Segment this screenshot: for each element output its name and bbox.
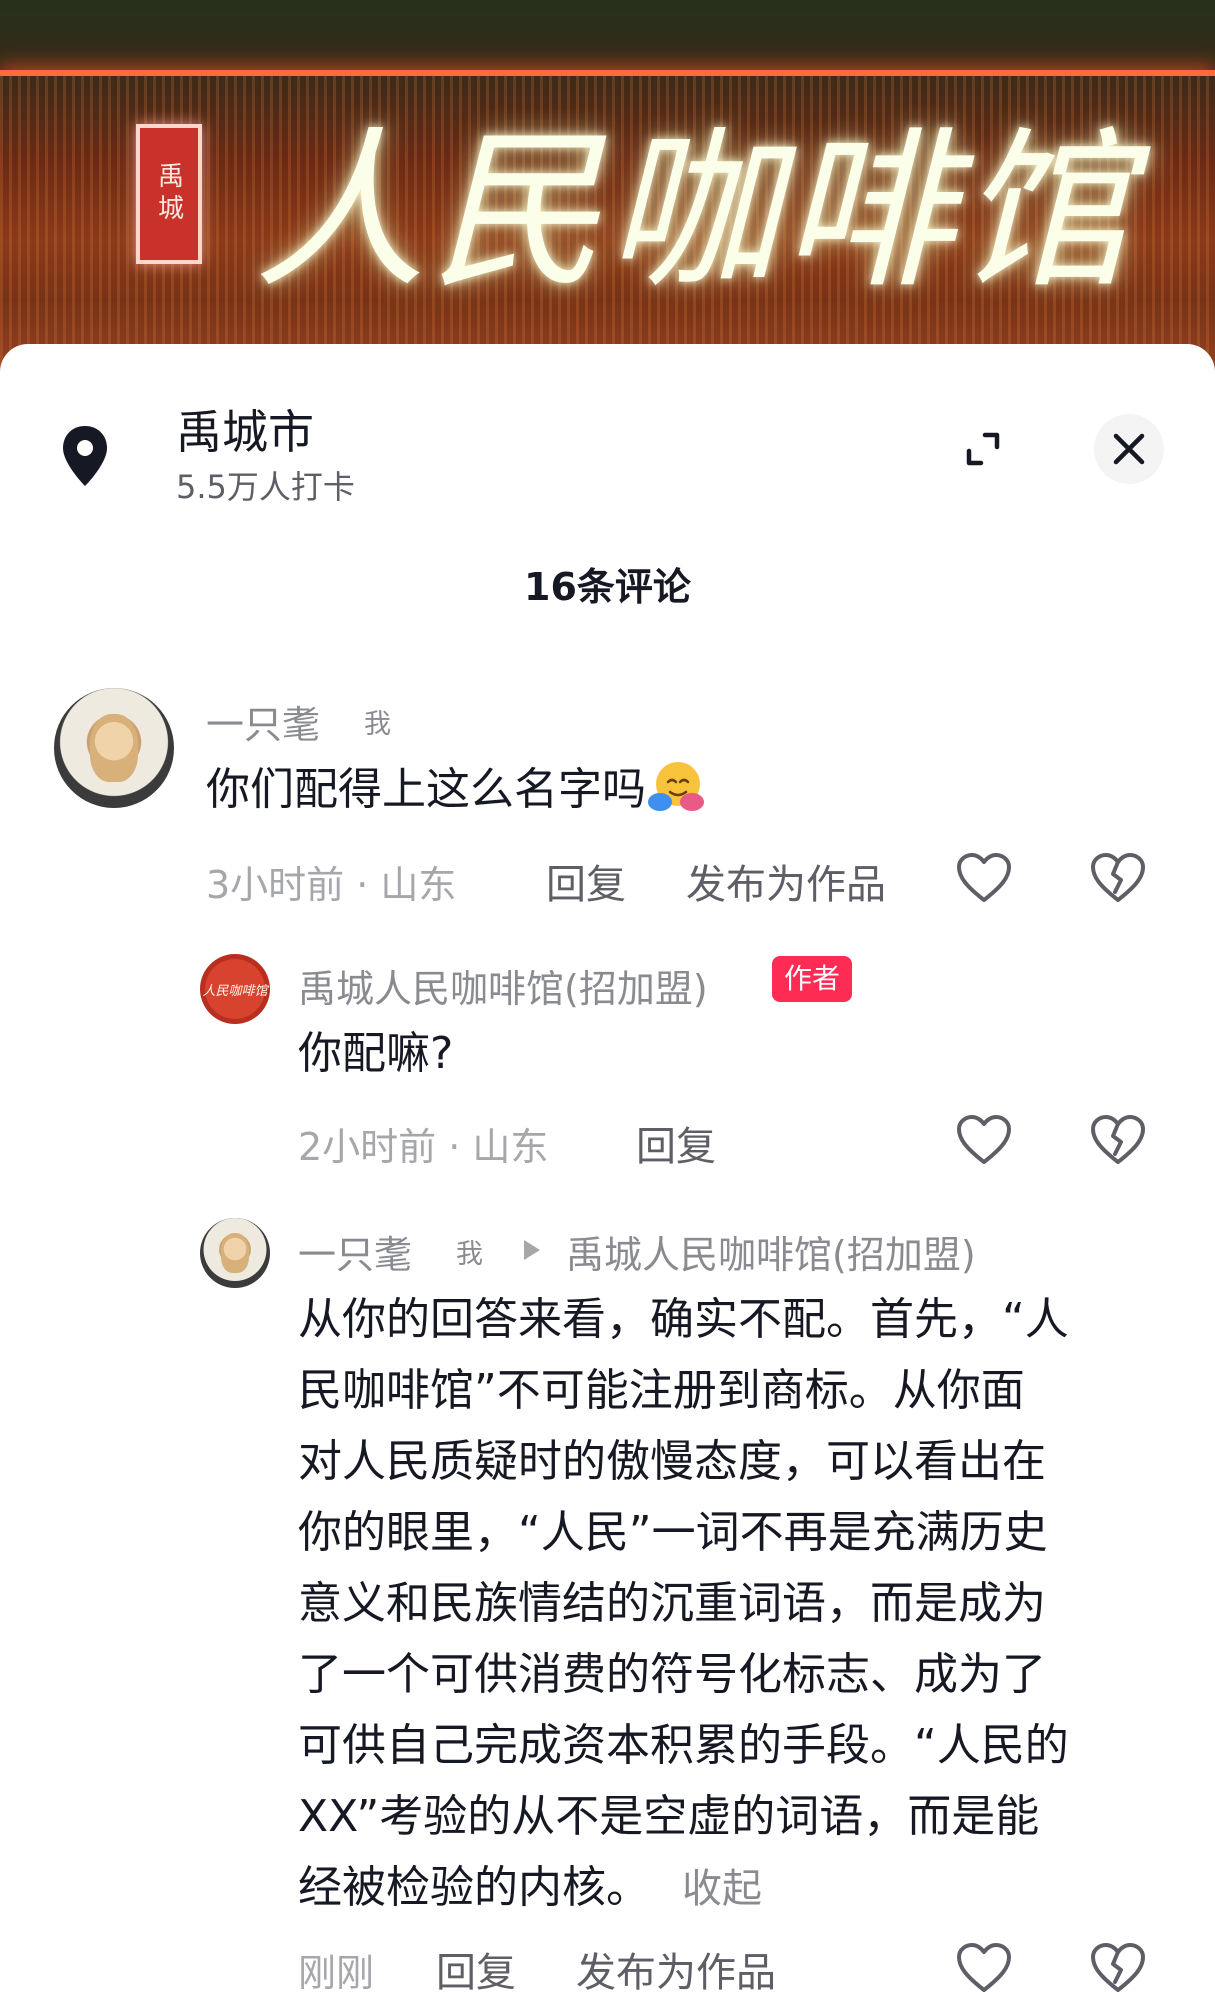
comment-line: 经被检验的内核。 xyxy=(298,1862,650,1913)
comment-text-content: 你们配得上这么名字吗 xyxy=(206,764,646,815)
me-tag: 我 xyxy=(456,1239,483,1270)
sign-text: 人民咖啡馆 xyxy=(254,111,1134,312)
comment-text: 从你的回答来看，确实不配。首先，“人 民咖啡馆”不可能注册到商标。从你面 对人民… xyxy=(298,1284,1178,1925)
comment-sheet: 禹城市 5.5万人打卡 16条评论 一只耄 我 你们配得上这么名字吗 3小时前 … xyxy=(0,344,1215,1992)
location-checkins: 5.5万人打卡 xyxy=(176,468,355,506)
comment-text: 你们配得上这么名字吗 xyxy=(206,754,706,825)
reply-to-username[interactable]: 禹城人民咖啡馆(招加盟) xyxy=(566,1224,976,1279)
comment-time-location: 3小时前 · 山东 xyxy=(206,863,457,907)
dislike-broken-heart-icon[interactable] xyxy=(1090,852,1146,904)
author-avatar[interactable]: 人民咖啡馆 xyxy=(200,954,270,1024)
publish-as-work-button[interactable]: 发布为作品 xyxy=(686,852,886,910)
storefront-sign: 人民咖啡馆 xyxy=(214,112,1174,312)
comment-line: 你的眼里，“人民”一词不再是充满历史 xyxy=(298,1507,1048,1558)
seal-text: 禹城 xyxy=(153,162,184,226)
like-heart-icon[interactable] xyxy=(956,1942,1012,1992)
comment-line: XX”考验的从不是空虚的词语，而是能 xyxy=(298,1791,1040,1842)
storefront-seal: 禹城 xyxy=(136,124,202,264)
collapse-button[interactable]: 收起 xyxy=(682,1866,762,1912)
dislike-broken-heart-icon[interactable] xyxy=(1090,1942,1146,1992)
location-title[interactable]: 禹城市 xyxy=(176,396,314,462)
dislike-broken-heart-icon[interactable] xyxy=(1090,1114,1146,1166)
location-pin-icon xyxy=(63,426,107,486)
comment-username[interactable]: 一只耄 xyxy=(298,1224,412,1279)
like-heart-icon[interactable] xyxy=(956,1114,1012,1166)
comment-line: 意义和民族情结的沉重词语，而是成为 xyxy=(298,1578,1046,1629)
expand-icon xyxy=(966,432,1000,466)
comment-time-location: 2小时前 · 山东 xyxy=(298,1125,549,1169)
comment-username[interactable]: 一只耄 xyxy=(206,694,320,749)
comment-line: 从你的回答来看，确实不配。首先，“人 xyxy=(298,1294,1069,1345)
comments-count: 16条评论 xyxy=(524,565,691,609)
comment-line: 对人民质疑时的傲慢态度，可以看出在 xyxy=(298,1436,1046,1487)
reply-arrow-icon xyxy=(524,1240,540,1260)
like-heart-icon[interactable] xyxy=(956,852,1012,904)
reply-button[interactable]: 回复 xyxy=(636,1114,716,1172)
hugging-face-emoji-icon xyxy=(648,762,704,811)
close-button[interactable] xyxy=(1094,414,1164,484)
me-tag: 我 xyxy=(364,709,391,740)
comment-text: 你配嘛? xyxy=(298,1028,454,1079)
avatar[interactable] xyxy=(200,1218,270,1288)
author-badge: 作者 xyxy=(772,956,853,1002)
publish-as-work-button[interactable]: 发布为作品 xyxy=(576,1940,776,1992)
comment-line: 可供自己完成资本积累的手段。“人民的 xyxy=(298,1720,1069,1771)
comment-last-line: 经被检验的内核。 收起 xyxy=(298,1852,1178,1925)
reply-button[interactable]: 回复 xyxy=(436,1940,516,1992)
comment-time-location: 刚刚 xyxy=(298,1951,375,1992)
comment-line: 了一个可供消费的符号化标志、成为了 xyxy=(298,1649,1046,1700)
header-photo: 禹城 人民咖啡馆 xyxy=(0,0,1215,400)
close-icon xyxy=(1113,433,1145,465)
reply-button[interactable]: 回复 xyxy=(546,852,626,910)
author-avatar-text: 人民咖啡馆 xyxy=(202,983,268,999)
comment-line: 民咖啡馆”不可能注册到商标。从你面 xyxy=(298,1365,1025,1416)
comment-username[interactable]: 禹城人民咖啡馆(招加盟) xyxy=(298,958,708,1013)
expand-button[interactable] xyxy=(948,414,1018,484)
avatar[interactable] xyxy=(54,688,174,808)
